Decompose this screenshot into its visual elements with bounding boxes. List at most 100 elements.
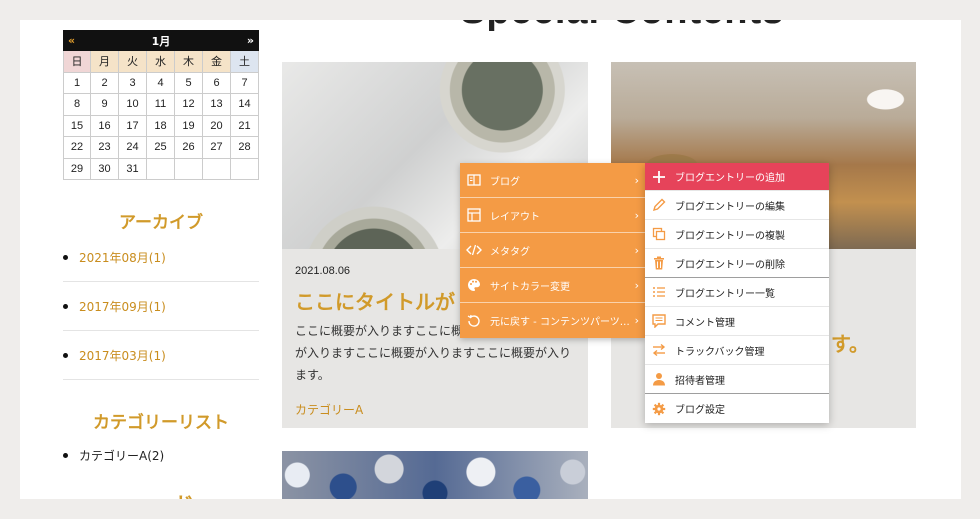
- comment-icon: [651, 313, 667, 329]
- archive-link[interactable]: 2017年03月(1): [79, 347, 166, 364]
- chevron-right-icon: ›: [634, 243, 639, 257]
- context-menu-item[interactable]: 元に戻す - コンテンツパーツ… ›: [460, 303, 645, 338]
- undo-icon: [466, 313, 482, 329]
- calendar-day: 15: [63, 115, 91, 137]
- calendar-day: 9: [91, 94, 119, 116]
- calendar-weekday: 月: [91, 51, 119, 73]
- calendar-day: 13: [203, 94, 231, 116]
- calendar-day: 26: [175, 137, 203, 159]
- calendar-month: 1月: [151, 34, 171, 48]
- card-category-link[interactable]: カテゴリーA: [295, 401, 363, 418]
- calendar-grid: 日月火水木金土 1 2 3 4 5 6 7 8 9 10 11 12 13 14 15 16 17 18 19 20 21…: [63, 51, 259, 180]
- chevron-right-icon: ›: [634, 173, 639, 187]
- submenu-item[interactable]: ブログエントリーの追加: [645, 163, 829, 191]
- calendar-header: « 1月 »: [63, 30, 259, 51]
- calendar-day: [203, 158, 231, 180]
- context-menu-item[interactable]: レイアウト ›: [460, 198, 645, 233]
- category-list: カテゴリーA(2): [63, 440, 259, 470]
- layout-icon: [466, 207, 482, 223]
- calendar-day: 14: [231, 94, 259, 116]
- calendar-next-link[interactable]: »: [247, 34, 254, 47]
- calendar-prev-link[interactable]: «: [68, 34, 75, 47]
- content-card[interactable]: [282, 451, 588, 499]
- code-icon: [466, 242, 482, 258]
- special-contents-heading: Special Contents: [460, 20, 784, 33]
- calendar-day: 18: [147, 115, 175, 137]
- chevron-right-icon: ›: [634, 208, 639, 222]
- archive-item: 2017年03月(1): [63, 331, 259, 380]
- archive-link[interactable]: 2021年08月(1): [79, 249, 166, 266]
- submenu-item[interactable]: ブログエントリー一覧: [645, 278, 829, 307]
- clipped-section-title: ー ー ド: [120, 488, 194, 499]
- swap-icon: [651, 342, 667, 358]
- submenu-item[interactable]: ブログエントリーの複製: [645, 220, 829, 249]
- list-icon: [651, 284, 667, 300]
- calendar-weekday: 金: [203, 51, 231, 73]
- card-date: 2021.08.06: [295, 265, 351, 277]
- calendar-day: 12: [175, 94, 203, 116]
- context-menu-item[interactable]: サイトカラー変更 ›: [460, 268, 645, 303]
- submenu-item[interactable]: トラックバック管理: [645, 336, 829, 365]
- calendar-weekday: 水: [147, 51, 175, 73]
- archive-list: 2021年08月(1) 2017年09月(1) 2017年03月(1): [63, 233, 259, 380]
- bullet-icon: [63, 254, 68, 260]
- calendar: « 1月 » 日月火水木金土 1 2 3 4 5 6 7 8 9 10 11 12 13 14 15 16 17 1…: [63, 30, 259, 180]
- card-title[interactable]: ここにタイトルが: [295, 286, 455, 315]
- submenu-item[interactable]: ブログエントリーの削除: [645, 249, 829, 278]
- palette-icon: [466, 277, 482, 293]
- calendar-day: 8: [63, 94, 91, 116]
- bullet-icon: [63, 452, 68, 458]
- calendar-day: 5: [175, 72, 203, 94]
- plus-icon: [651, 169, 667, 185]
- gear-icon: [651, 401, 667, 417]
- context-menu-item[interactable]: ブログ ›: [460, 163, 645, 198]
- calendar-weekday: 日: [63, 51, 91, 73]
- submenu-item[interactable]: コメント管理: [645, 307, 829, 336]
- calendar-weekday: 土: [231, 51, 259, 73]
- context-menu-item[interactable]: メタタグ ›: [460, 233, 645, 268]
- chevron-right-icon: ›: [634, 314, 639, 327]
- blog-submenu: ブログエントリーの追加 ブログエントリーの編集 ブログエントリーの複製 ブログエントリ…: [645, 163, 829, 423]
- calendar-day: 21: [231, 115, 259, 137]
- context-menu-item-label: 元に戻す - コンテンツパーツ…: [490, 317, 630, 328]
- calendar-day: 30: [91, 158, 119, 180]
- calendar-weekday: 木: [175, 51, 203, 73]
- calendar-day: [231, 158, 259, 180]
- archive-title: アーカイブ: [119, 213, 203, 233]
- submenu-item[interactable]: ブログ設定: [645, 394, 829, 423]
- category-link[interactable]: カテゴリーA(2): [79, 447, 164, 464]
- calendar-day: 7: [231, 72, 259, 94]
- submenu-item-label: トラックバック管理: [675, 346, 765, 358]
- calendar-day: [175, 158, 203, 180]
- card-image: [282, 451, 588, 499]
- calendar-day: 3: [119, 72, 147, 94]
- blog-icon: [466, 172, 482, 188]
- calendar-day: 17: [119, 115, 147, 137]
- submenu-item[interactable]: ブログエントリーの編集: [645, 191, 829, 220]
- calendar-day: 29: [63, 158, 91, 180]
- calendar-day: 2: [91, 72, 119, 94]
- submenu-item[interactable]: 招待者管理: [645, 365, 829, 394]
- bullet-icon: [63, 352, 68, 358]
- calendar-weekday: 火: [119, 51, 147, 73]
- category-item: カテゴリーA(2): [63, 440, 259, 470]
- trash-icon: [651, 255, 667, 271]
- pencil-icon: [651, 197, 667, 213]
- archive-link[interactable]: 2017年09月(1): [79, 298, 166, 315]
- calendar-day: 24: [119, 137, 147, 159]
- calendar-day: 11: [147, 94, 175, 116]
- context-menu-item-label: ブログ: [490, 176, 520, 188]
- calendar-day: [147, 158, 175, 180]
- archive-item: 2017年09月(1): [63, 282, 259, 331]
- context-menu-item-label: メタタグ: [490, 246, 530, 258]
- calendar-day: 31: [119, 158, 147, 180]
- user-icon: [651, 371, 667, 387]
- context-menu: ブログ › レイアウト › メタタグ › サイトカラー変更 › 元に戻す - コンテンツパーツ……: [460, 163, 645, 338]
- archive-item: 2021年08月(1): [63, 233, 259, 282]
- submenu-item-label: ブログエントリーの編集: [675, 201, 785, 213]
- calendar-day: 23: [91, 137, 119, 159]
- calendar-day: 10: [119, 94, 147, 116]
- calendar-day: 27: [203, 137, 231, 159]
- submenu-item-label: ブログエントリーの削除: [675, 259, 785, 271]
- submenu-item-label: ブログエントリーの追加: [675, 173, 785, 184]
